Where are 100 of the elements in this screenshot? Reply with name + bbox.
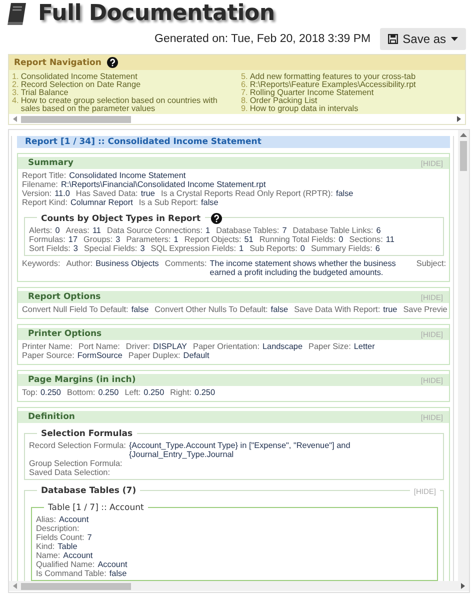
caret-icon [451, 37, 458, 41]
field-label: Kind: [36, 542, 55, 551]
field-label: Subject: [416, 259, 446, 270]
scrollbar-thumb[interactable] [21, 582, 131, 590]
field-value: false [336, 189, 354, 198]
help-icon[interactable] [107, 57, 118, 68]
field-value: true [383, 305, 398, 314]
book-icon [6, 2, 28, 26]
field-label: Bottom: [66, 388, 96, 397]
field-label: Convert Other Nulls To Default: [154, 305, 268, 314]
field-label: Report Title: [22, 171, 66, 180]
report-link[interactable]: How to group data in intervals [250, 105, 358, 113]
report-link[interactable]: Order Packing List [250, 97, 318, 105]
field-value: Business Objects [96, 259, 159, 270]
group-title: Counts by Object Types in Report [37, 214, 205, 224]
field-value: 1 [239, 244, 244, 253]
report-link[interactable]: R:\Reports\Feature Examples\Accessibility.rpt [250, 81, 416, 89]
field-label: SQL Expression Fields: [150, 244, 236, 253]
field-label: Paper Size: [308, 342, 351, 351]
field-label: Top: [22, 388, 38, 397]
field-value: 17 [68, 235, 78, 244]
list-number: 1. [12, 73, 19, 81]
field-value: 51 [244, 235, 254, 244]
field-label: Sort Fields: [29, 244, 70, 253]
field-value: 0.250 [194, 388, 216, 397]
scroll-right-arrow-icon[interactable] [460, 582, 466, 590]
field-label: Port Name: [78, 342, 120, 351]
field-label: Is a Crystal Reports Read Only Report (RPTR): [160, 189, 333, 198]
field-value: 0 [338, 235, 344, 244]
field-value: false [109, 569, 127, 578]
field-value: 1 [206, 226, 210, 235]
page-title: Full Documentation [38, 1, 275, 27]
field-label: Data Source Connections: [106, 226, 203, 235]
field-value: 0 [55, 226, 60, 235]
group-title: Selection Formulas [37, 429, 137, 439]
field-label: Groups: [84, 235, 113, 244]
navigation-title: Report Navigation [14, 58, 102, 68]
report-link[interactable]: Consolidated Income Statement [20, 73, 138, 81]
list-number: 2. [12, 81, 19, 89]
field-label: Paper Orientation: [193, 342, 260, 351]
horizontal-scrollbar[interactable] [9, 581, 469, 591]
field-label: Parameters: [126, 235, 171, 244]
report-link[interactable]: Record Selection on Date Range [20, 81, 141, 89]
field-value: 0.250 [144, 388, 164, 397]
field-label: Report Kind: [22, 198, 68, 207]
field-label: Comments: [164, 259, 207, 270]
field-label: Right: [170, 388, 192, 397]
field-label: Areas: [66, 226, 90, 235]
field-value: Account [98, 560, 128, 569]
scroll-right-arrow-icon[interactable] [456, 115, 462, 123]
list-number: 7. [241, 89, 248, 97]
field-label: Database Tables: [216, 226, 280, 235]
field-label: Paper Source: [22, 351, 74, 360]
field-value: Account [63, 551, 93, 560]
field-label: Is a Sub Report: [138, 198, 198, 207]
field-value: false [201, 198, 218, 207]
field-label: Formulas: [29, 235, 66, 244]
field-value: 0.250 [98, 388, 119, 397]
scroll-up-arrow-icon[interactable] [460, 133, 467, 137]
field-label: Sub Reports: [250, 244, 298, 253]
field-label: Alias: [36, 515, 56, 524]
group-title: Table [1 / 7] :: Account [44, 503, 148, 513]
field-label: Has Saved Data: [76, 189, 138, 198]
field-label: Convert Null Field To Default: [22, 305, 128, 314]
field-label: Left: [124, 388, 141, 397]
generated-date: Generated on: Tue, Feb 20, 2018 3:39 PM [154, 33, 371, 45]
list-number: 6. [241, 81, 248, 89]
field-label: Report Objects: [184, 235, 242, 244]
field-value: Letter [354, 342, 375, 351]
field-label: Saved Data Selection: [29, 468, 110, 477]
report-link[interactable]: How to create group selection based on countries with sales based on the parameter values [20, 97, 233, 113]
section-title: Printer Options [28, 329, 102, 339]
vertical-scrollbar[interactable] [458, 130, 469, 581]
report-link[interactable]: Rolling Quarter Income Statement [250, 89, 374, 97]
field-value: false [270, 305, 288, 314]
report-link[interactable]: Add new formatting features to your cross-tab [250, 73, 416, 81]
report-link[interactable]: Trial Balance [20, 89, 68, 97]
field-value: 7 [87, 533, 92, 542]
list-number: 3. [12, 89, 19, 97]
field-label: Name: [36, 551, 60, 560]
scrollbar-thumb[interactable] [21, 116, 131, 122]
field-label: Running Total Fields: [259, 235, 336, 244]
field-value: 3 [140, 244, 145, 253]
scroll-left-arrow-icon[interactable] [12, 115, 18, 123]
field-label: Group Selection Formula: [29, 459, 122, 468]
field-label: Paper Duplex: [128, 351, 180, 360]
section-title: Report Options [28, 292, 101, 302]
help-icon[interactable] [210, 213, 222, 224]
scrollbar-thumb[interactable] [460, 141, 467, 171]
horizontal-scrollbar[interactable] [9, 114, 465, 124]
field-label: Printer Name: [22, 342, 73, 351]
report-title: Report [1 / 34] :: Consolidated Income Statement [17, 136, 450, 148]
scroll-left-arrow-icon[interactable] [12, 582, 18, 590]
field-value: Account [59, 515, 89, 524]
field-label: Database Table Links: [292, 226, 374, 235]
save-as-button[interactable]: Save as [380, 28, 466, 50]
field-value: 7 [282, 226, 287, 235]
section-title: Page Margins (in inch) [28, 375, 136, 385]
field-value: The income statement shows whether the business earned a profit including the budgeted amounts. [210, 259, 397, 277]
field-value: Default [183, 351, 210, 360]
